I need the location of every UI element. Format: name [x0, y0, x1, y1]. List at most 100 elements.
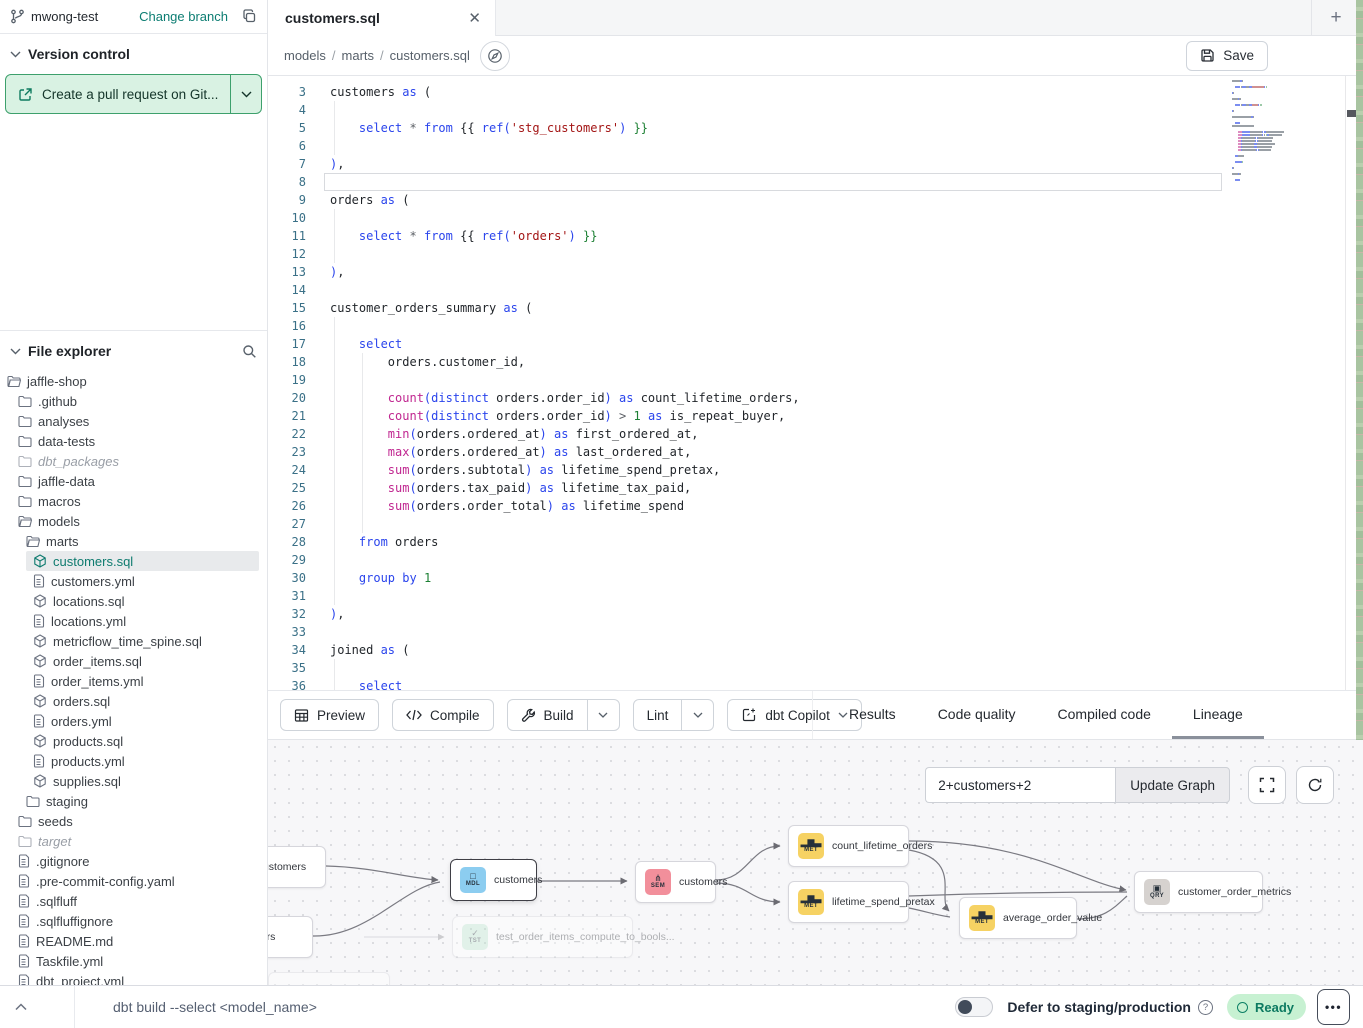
tab-lineage[interactable]: Lineage [1172, 691, 1264, 739]
code-line-5[interactable]: select * from {{ ref('stg_customers') }} [330, 119, 1233, 137]
tree-item-customers.sql[interactable]: customers.sql [26, 551, 259, 571]
copy-icon[interactable] [242, 9, 257, 24]
code-line-21[interactable]: count(distinct orders.order_id) > 1 as i… [330, 407, 1233, 425]
tree-item-products.yml[interactable]: products.yml [0, 751, 267, 771]
tree-item-.gitignore[interactable]: .gitignore [0, 851, 267, 871]
tree-item-locations.yml[interactable]: locations.yml [0, 611, 267, 631]
tree-item-.github[interactable]: .github [0, 391, 267, 411]
defer-toggle[interactable] [955, 997, 993, 1017]
code-line-19[interactable] [330, 371, 1233, 389]
refresh-button[interactable] [1296, 766, 1334, 804]
code-line-11[interactable]: select * from {{ ref('orders') }} [330, 227, 1233, 245]
tree-item-jaffle-shop[interactable]: jaffle-shop [0, 371, 267, 391]
lineage-node-customers[interactable]: □MDLcustomers [450, 859, 537, 901]
tab-customers-sql[interactable]: customers.sql ✕ [268, 0, 496, 36]
tab-code-quality[interactable]: Code quality [917, 691, 1037, 739]
code-line-15[interactable]: customer_orders_summary as ( [330, 299, 1233, 317]
tree-item-.pre-commit-config.yaml[interactable]: .pre-commit-config.yaml [0, 871, 267, 891]
tree-item-order_items.sql[interactable]: order_items.sql [0, 651, 267, 671]
collapse-panel-button[interactable] [0, 1003, 42, 1011]
breadcrumb-part[interactable]: models [284, 48, 326, 63]
code-line-34[interactable]: joined as ( [330, 641, 1233, 659]
code-line-24[interactable]: sum(orders.subtotal) as lifetime_spend_p… [330, 461, 1233, 479]
code-line-36[interactable]: select [330, 677, 1233, 690]
create-pr-caret[interactable] [230, 75, 261, 113]
lineage-node-customers[interactable]: ⋔SEMcustomers [635, 861, 716, 903]
code-line-10[interactable] [330, 209, 1233, 227]
lineage-node-test_order_items_compute_to_bools...[interactable]: ✓TSTtest_order_items_compute_to_bools... [452, 916, 633, 958]
lint-caret[interactable] [681, 700, 713, 730]
lineage-compass-button[interactable] [480, 41, 510, 71]
tree-item-jaffle-data[interactable]: jaffle-data [0, 471, 267, 491]
editor-scrollbar[interactable] [1345, 76, 1356, 690]
breadcrumb-part[interactable]: marts [342, 48, 375, 63]
tree-item-metricflow_time_spine.sql[interactable]: metricflow_time_spine.sql [0, 631, 267, 651]
tree-item-staging[interactable]: staging [0, 791, 267, 811]
build-caret[interactable] [587, 700, 619, 730]
tab-results[interactable]: Results [828, 691, 917, 739]
lineage-node-average_order_value[interactable]: ▂▆▃METaverage_order_value [959, 897, 1077, 939]
tree-item-Taskfile.yml[interactable]: Taskfile.yml [0, 951, 267, 971]
code-line-35[interactable] [330, 659, 1233, 677]
code-line-3[interactable]: customers as ( [330, 83, 1233, 101]
tree-item-.sqlfluff[interactable]: .sqlfluff [0, 891, 267, 911]
tree-item-orders.yml[interactable]: orders.yml [0, 711, 267, 731]
code-editor[interactable]: 3456789101112131415161718192021222324252… [268, 76, 1363, 690]
code-line-7[interactable]: ), [330, 155, 1233, 173]
code-line-31[interactable] [330, 587, 1233, 605]
code-line-27[interactable] [330, 515, 1233, 533]
code-line-14[interactable] [330, 281, 1233, 299]
code-line-9[interactable]: orders as ( [330, 191, 1233, 209]
code-line-33[interactable] [330, 623, 1233, 641]
lint-button[interactable]: Lint [634, 700, 682, 730]
tree-item-products.sql[interactable]: products.sql [0, 731, 267, 751]
tree-item-customers.yml[interactable]: customers.yml [0, 571, 267, 591]
tree-item-macros[interactable]: macros [0, 491, 267, 511]
lineage-node-lifetime_spend_pretax[interactable]: ▂▆▃METlifetime_spend_pretax [788, 881, 909, 923]
save-button[interactable]: Save [1186, 41, 1268, 71]
code-line-32[interactable]: ), [330, 605, 1233, 623]
code-line-18[interactable]: orders.customer_id, [330, 353, 1233, 371]
tree-item-README.md[interactable]: README.md [0, 931, 267, 951]
minimap[interactable] [1232, 80, 1316, 182]
close-icon[interactable]: ✕ [468, 11, 481, 26]
code-area[interactable]: customers as ( select * from {{ ref('stg… [330, 83, 1233, 690]
code-line-28[interactable]: from orders [330, 533, 1233, 551]
tree-item-orders.sql[interactable]: orders.sql [0, 691, 267, 711]
tree-item-dbt_project.yml[interactable]: dbt_project.yml [0, 971, 267, 985]
file-explorer-header[interactable]: File explorer [0, 331, 267, 367]
code-line-22[interactable]: min(orders.ordered_at) as first_ordered_… [330, 425, 1233, 443]
fullscreen-button[interactable] [1248, 766, 1286, 804]
more-options-button[interactable]: ••• [1317, 989, 1350, 1025]
tree-item-data-tests[interactable]: data-tests [0, 431, 267, 451]
create-pr-button[interactable]: Create a pull request on Git... [5, 74, 262, 114]
build-button[interactable]: Build [508, 700, 587, 730]
ready-status-badge[interactable]: Ready [1227, 994, 1306, 1020]
tree-item-target[interactable]: target [0, 831, 267, 851]
tab-compiled-code[interactable]: Compiled code [1037, 691, 1172, 739]
code-line-13[interactable]: ), [330, 263, 1233, 281]
lineage-panel[interactable]: stg_customersorders□MDLcustomers✓TSTtest… [268, 740, 1363, 985]
code-line-12[interactable] [330, 245, 1233, 263]
code-line-20[interactable]: count(distinct orders.order_id) as count… [330, 389, 1233, 407]
scrollbar-thumb[interactable] [1347, 110, 1356, 117]
lineage-node-count_lifetime_orders[interactable]: ▂▆▃METcount_lifetime_orders [788, 825, 909, 867]
code-line-26[interactable]: sum(orders.order_total) as lifetime_spen… [330, 497, 1233, 515]
tree-item-models[interactable]: models [0, 511, 267, 531]
code-line-17[interactable]: select [330, 335, 1233, 353]
tree-item-supplies.sql[interactable]: supplies.sql [0, 771, 267, 791]
tree-item-seeds[interactable]: seeds [0, 811, 267, 831]
lineage-selector-input[interactable] [925, 767, 1115, 803]
tree-item-.sqlfluffignore[interactable]: .sqlfluffignore [0, 911, 267, 931]
code-line-23[interactable]: max(orders.ordered_at) as last_ordered_a… [330, 443, 1233, 461]
help-icon[interactable]: ? [1198, 1000, 1213, 1015]
lineage-node-customer_order_metrics[interactable]: ▣QRYcustomer_order_metrics [1134, 871, 1263, 913]
breadcrumb-part[interactable]: customers.sql [390, 48, 470, 63]
code-line-25[interactable]: sum(orders.tax_paid) as lifetime_tax_pai… [330, 479, 1233, 497]
compile-button[interactable]: Compile [392, 699, 494, 731]
preview-button[interactable]: Preview [280, 699, 379, 731]
code-line-6[interactable] [330, 137, 1233, 155]
tree-item-marts[interactable]: marts [0, 531, 267, 551]
code-line-16[interactable] [330, 317, 1233, 335]
new-tab-button[interactable]: + [1318, 0, 1354, 35]
